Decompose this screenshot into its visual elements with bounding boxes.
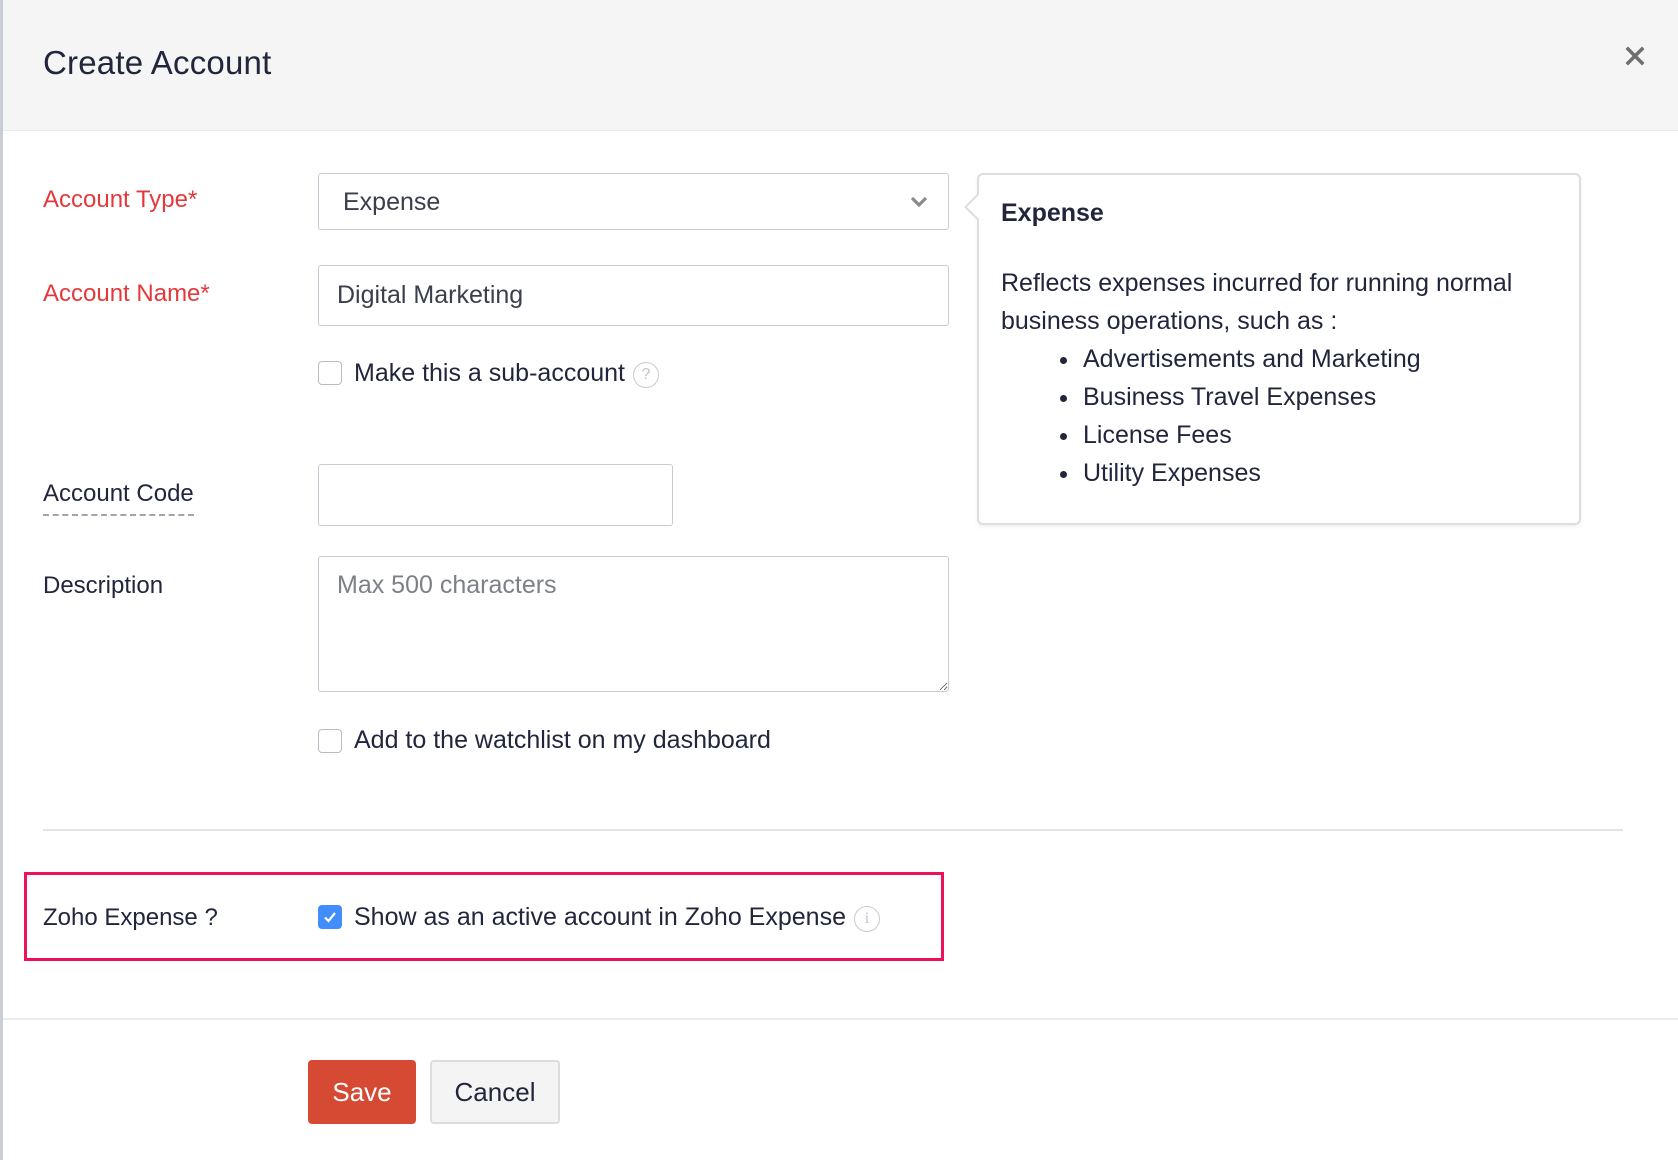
cancel-button[interactable]: Cancel — [430, 1060, 560, 1124]
info-circle-icon[interactable]: i — [853, 906, 880, 932]
account-code-label[interactable]: Account Code — [43, 480, 194, 516]
zoho-expense-checkbox[interactable] — [318, 905, 342, 929]
account-type-label: Account Type* — [43, 186, 198, 213]
page-edge — [0, 0, 3, 1160]
tooltip-list-item: License Fees — [1081, 416, 1557, 454]
watchlist-row: Add to the watchlist on my dashboard — [318, 726, 771, 755]
watchlist-label: Add to the watchlist on my dashboard — [354, 726, 771, 754]
zoho-expense-checkbox-label: Show as an active account in Zoho Expens… — [354, 902, 846, 931]
dialog-title: Create Account — [43, 44, 272, 81]
footer-divider — [3, 1018, 1678, 1020]
checkmark-icon — [324, 912, 336, 923]
tooltip-body: Reflects expenses incurred for running n… — [1001, 269, 1513, 335]
sub-account-label: Make this a sub-account — [354, 358, 625, 387]
zoho-expense-label: Zoho Expense ? — [43, 904, 218, 931]
tooltip-list-item: Advertisements and Marketing — [1081, 340, 1557, 378]
watchlist-checkbox[interactable] — [318, 728, 342, 753]
close-icon — [1625, 46, 1645, 66]
close-button[interactable] — [1621, 42, 1649, 70]
description-textarea[interactable] — [318, 556, 949, 692]
chevron-down-icon — [910, 196, 928, 208]
section-divider — [43, 829, 1623, 831]
sub-account-row: Make this a sub-account ? — [318, 358, 659, 388]
account-type-value: Expense — [343, 188, 441, 216]
question-circle-icon[interactable]: ? — [632, 362, 659, 388]
tooltip-title: Expense — [1001, 199, 1104, 227]
account-name-label: Account Name* — [43, 280, 210, 307]
sub-account-checkbox[interactable] — [318, 361, 342, 385]
dialog-header: Create Account — [3, 0, 1678, 131]
tooltip-arrow — [964, 193, 979, 221]
save-button[interactable]: Save — [308, 1060, 416, 1124]
account-name-input[interactable] — [318, 265, 949, 326]
tooltip-list-item: Utility Expenses — [1081, 454, 1557, 492]
account-type-tooltip: Expense Reflects expenses incurred for r… — [964, 173, 1581, 525]
account-code-input[interactable] — [318, 464, 673, 526]
tooltip-list-item: Business Travel Expenses — [1081, 378, 1557, 416]
description-label: Description — [43, 572, 164, 599]
zoho-expense-row: Show as an active account in Zoho Expens… — [318, 902, 880, 932]
account-type-select[interactable]: Expense — [318, 173, 949, 230]
tooltip-list: Advertisements and Marketing Business Tr… — [1001, 340, 1557, 492]
